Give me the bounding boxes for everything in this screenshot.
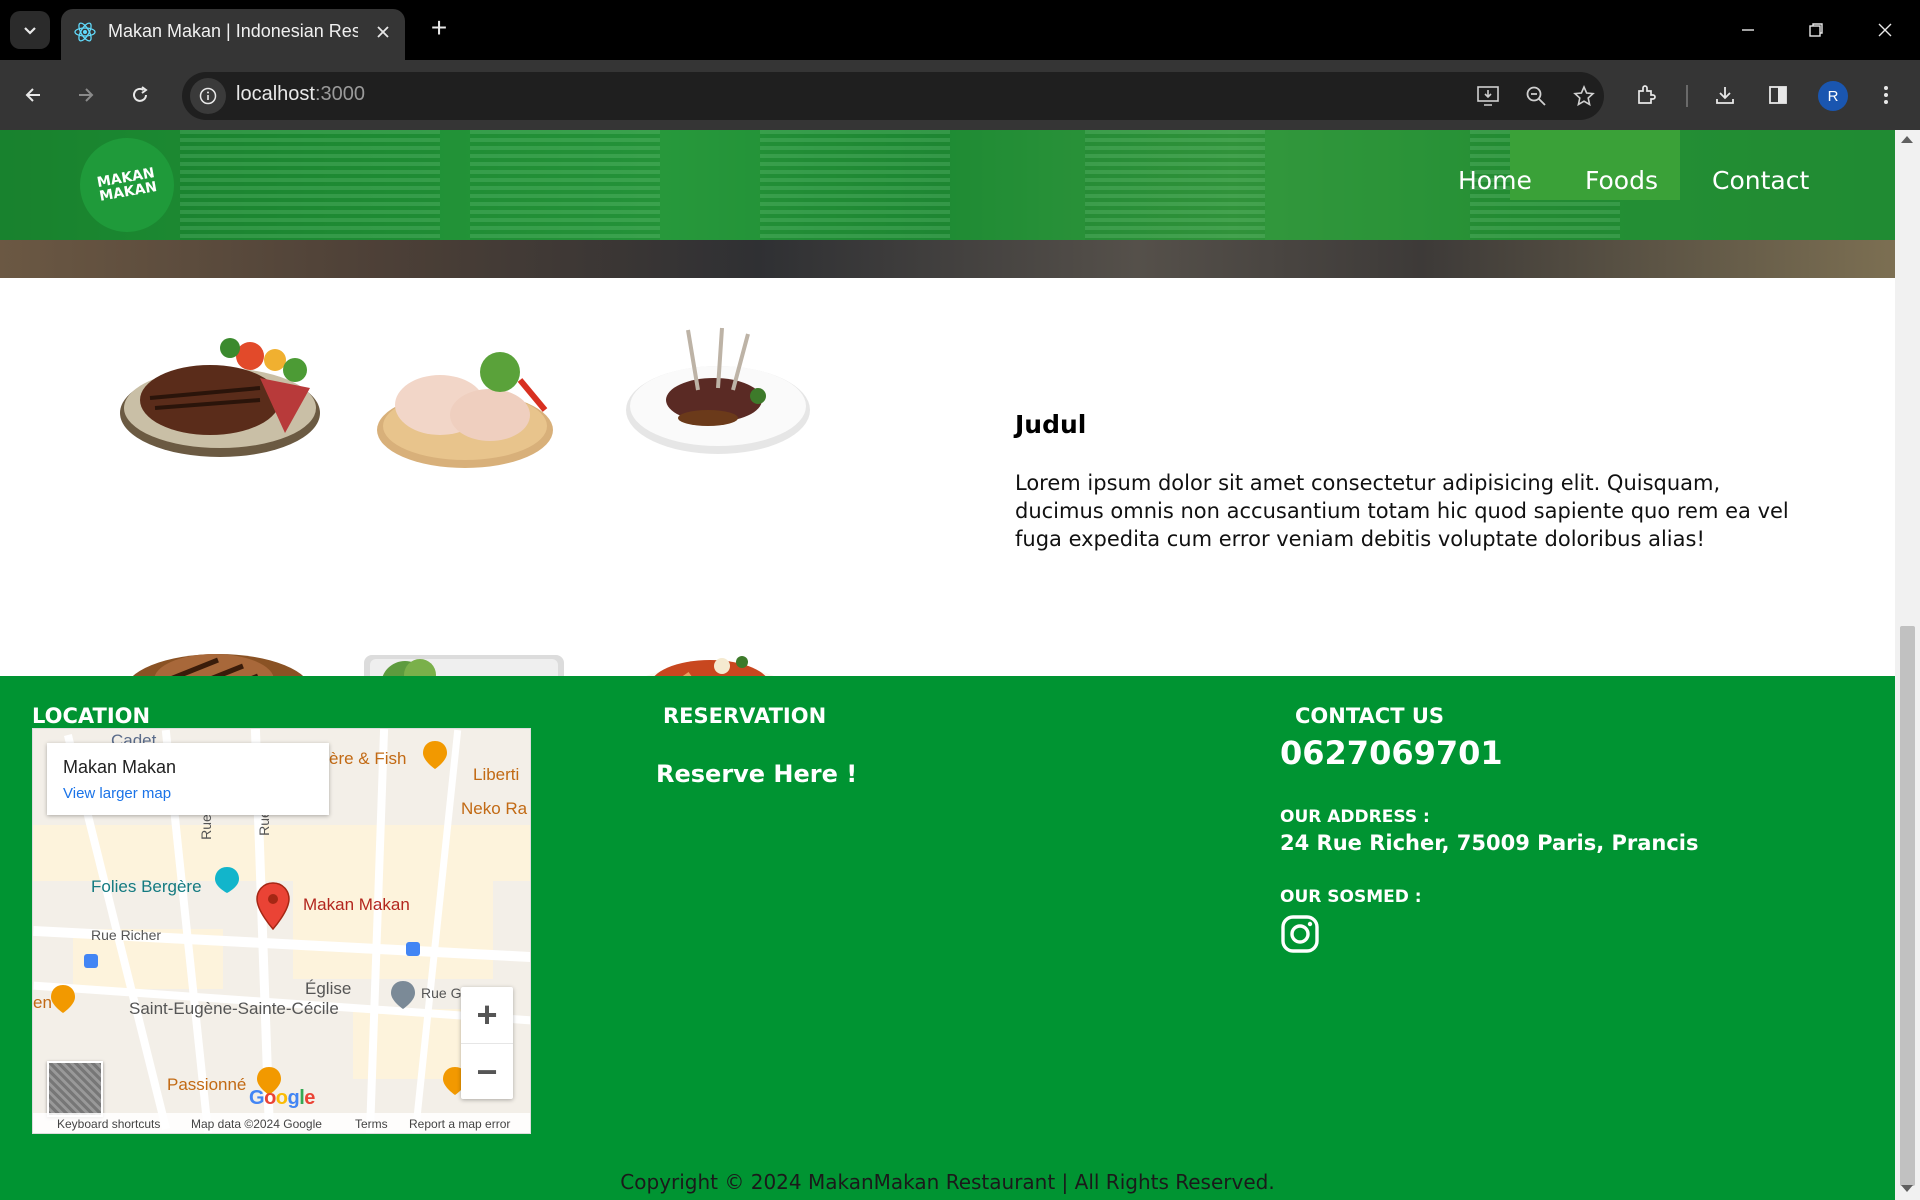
browser-tab[interactable]: Makan Makan | Indonesian Restaurant (61, 9, 405, 60)
back-arrow-icon[interactable] (13, 75, 53, 115)
food-image-steak (120, 338, 320, 457)
theater-pin-icon (215, 867, 239, 893)
restaurant-pin-icon (51, 985, 75, 1013)
map-label-eglise: Église (305, 979, 352, 998)
forward-arrow-icon[interactable] (66, 75, 106, 115)
site-footer: LOCATION RESERVATION CONTACT US Cadet èr… (0, 676, 1895, 1200)
more-menu-icon[interactable] (1866, 75, 1906, 115)
sosmed-label: OUR SOSMED : (1280, 887, 1422, 907)
reload-icon[interactable] (120, 75, 160, 115)
scrollbar-thumb[interactable] (1900, 626, 1915, 1186)
report-map-error-link[interactable]: Report a map error (409, 1117, 510, 1131)
side-panel-icon[interactable] (1758, 75, 1798, 115)
map-label-rue-richer: Rue Richer (91, 927, 162, 943)
restaurant-pin-icon (423, 741, 447, 769)
toolbar-separator (1686, 85, 1688, 107)
map-label-neko: Neko Ra (461, 799, 528, 818)
bookmark-star-icon[interactable] (1568, 80, 1600, 112)
nav-home[interactable]: Home (1458, 166, 1532, 195)
map-block (293, 859, 493, 979)
site-info-icon[interactable] (190, 78, 226, 114)
map-label-liberti: Liberti (473, 765, 520, 784)
tab-close-icon[interactable] (370, 19, 396, 45)
map-data-text: Map data ©2024 Google (191, 1117, 322, 1131)
url-text: localhost:3000 (236, 83, 365, 105)
minimize-icon[interactable] (1728, 10, 1768, 50)
profile-avatar[interactable]: R (1818, 81, 1848, 111)
zoom-out-button[interactable]: − (461, 1043, 513, 1099)
embedded-map[interactable]: Cadet ère & Fish Liberti Neko Ra Folies … (32, 728, 531, 1134)
restore-icon[interactable] (1796, 10, 1836, 50)
map-label-saint: Saint-Eugène-Sainte-Cécile (129, 999, 339, 1018)
location-heading: LOCATION (32, 704, 151, 728)
food-description: Lorem ipsum dolor sit amet consectetur a… (1015, 471, 1789, 551)
map-attribution-bar: Keyboard shortcuts Map data ©2024 Google… (33, 1113, 530, 1133)
downloads-icon[interactable] (1705, 75, 1745, 115)
map-zoom-controls: + − (461, 987, 513, 1099)
contact-heading: CONTACT US (1295, 704, 1445, 728)
reserve-here-link[interactable]: Reserve Here ! (656, 760, 857, 788)
copyright-text: Copyright © 2024 MakanMakan Restaurant |… (620, 1170, 1275, 1194)
satellite-toggle[interactable] (47, 1061, 103, 1117)
react-icon (74, 22, 96, 42)
zoom-icon[interactable] (1520, 80, 1552, 112)
map-marker-icon[interactable] (255, 881, 291, 931)
keyboard-shortcuts-link[interactable]: Keyboard shortcuts (57, 1117, 160, 1131)
phone-number: 0627069701 (1280, 734, 1503, 772)
page-scrollbar[interactable] (1895, 130, 1920, 1200)
close-window-icon[interactable] (1865, 10, 1905, 50)
zoom-in-button[interactable]: + (461, 987, 513, 1043)
site-logo[interactable]: MAKAN MAKAN (72, 130, 182, 240)
page-viewport: MAKAN MAKAN Home Foods Contact Judul Lor… (0, 130, 1895, 1200)
browser-tabbar: Makan Makan | Indonesian Restaurant + (0, 0, 1920, 60)
address-value: 24 Rue Richer, 75009 Paris, Prancis (1280, 831, 1699, 855)
scroll-down-arrow-icon[interactable] (1901, 1185, 1913, 1192)
install-app-icon[interactable] (1472, 80, 1504, 112)
new-tab-icon[interactable]: + (424, 14, 454, 44)
storefront-bottom (0, 240, 1895, 278)
food-image-lamb (626, 327, 810, 454)
view-larger-map-link[interactable]: View larger map (63, 785, 171, 802)
bus-stop-icon (406, 942, 420, 956)
google-logo: Google (249, 1087, 315, 1109)
chevron-down-icon (24, 27, 36, 35)
address-label: OUR ADDRESS : (1280, 807, 1430, 827)
map-label-folies: Folies Bergère (91, 877, 202, 896)
browser-toolbar: localhost:3000 R (0, 60, 1920, 130)
map-label-rue: Rue (197, 814, 214, 840)
nav-contact[interactable]: Contact (1712, 166, 1809, 195)
food-image-chicken (377, 352, 553, 468)
map-label-passionne: Passionné (167, 1075, 247, 1094)
nav-foods[interactable]: Foods (1585, 166, 1658, 195)
tab-title: Makan Makan | Indonesian Restaurant (108, 21, 358, 41)
map-place-name: Makan Makan (63, 757, 177, 777)
site-header: MAKAN MAKAN Home Foods Contact (0, 130, 1895, 240)
reservation-heading: RESERVATION (663, 704, 827, 728)
bus-stop-icon (84, 954, 98, 968)
tab-search-button[interactable] (10, 11, 50, 49)
instagram-icon[interactable] (1280, 914, 1320, 954)
terms-link[interactable]: Terms (355, 1117, 388, 1131)
map-label-fish: ère & Fish (329, 749, 407, 768)
extensions-icon[interactable] (1626, 75, 1666, 115)
food-heading: Judul (1015, 410, 1087, 439)
map-info-card: Makan Makan View larger map (47, 743, 329, 815)
map-label-marker: Makan Makan (303, 895, 410, 914)
hero-image: MAKAN MAKAN Home Foods Contact (0, 130, 1895, 278)
church-pin-icon (391, 981, 415, 1009)
scroll-up-arrow-icon[interactable] (1901, 136, 1913, 143)
address-bar[interactable]: localhost:3000 (182, 72, 1604, 120)
